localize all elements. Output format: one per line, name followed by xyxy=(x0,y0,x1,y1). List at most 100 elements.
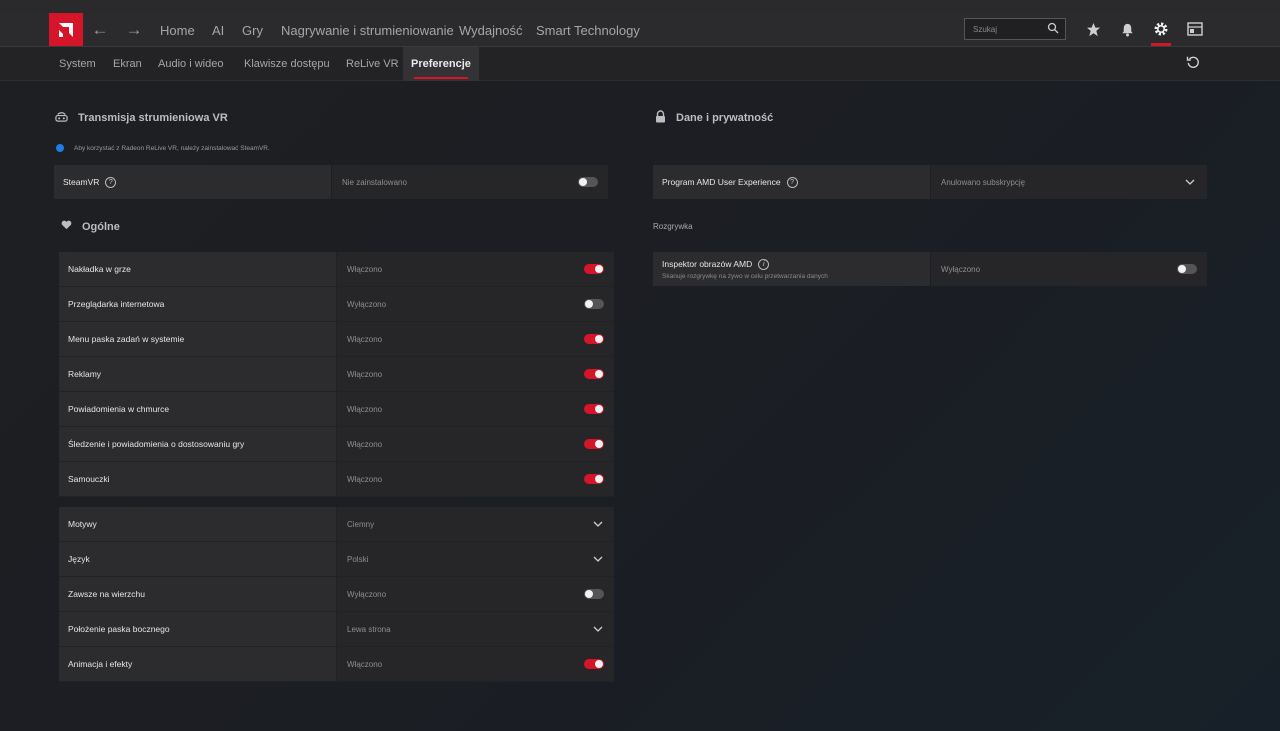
info-circle-icon[interactable]: i xyxy=(758,258,770,270)
gear-icon[interactable] xyxy=(1150,18,1172,40)
setting-row[interactable]: Język Polski xyxy=(59,542,614,576)
language-dropdown-value[interactable]: Polski xyxy=(347,555,368,564)
vr-section-title: Transmisja strumieniowa VR xyxy=(55,110,228,126)
settings-active-indicator xyxy=(1151,43,1171,46)
tab-hotkeys[interactable]: Klawisze dostępu xyxy=(244,47,330,81)
setting-value: Włączono xyxy=(347,439,383,449)
info-icon xyxy=(56,144,64,152)
bell-icon[interactable] xyxy=(1116,18,1138,40)
nav-recording-streaming[interactable]: Nagrywanie i strumieniowanie xyxy=(281,13,454,47)
setting-row[interactable]: Położenie paska bocznego Lewa strona xyxy=(59,612,614,646)
setting-value: Włączono xyxy=(347,264,383,274)
setting-row: Przeglądarka internetowa Wyłączono xyxy=(59,287,614,321)
inspector-value: Wyłączono xyxy=(941,264,981,274)
setting-value: Wyłączono xyxy=(347,589,387,599)
setting-label: Menu paska zadań w systemie xyxy=(59,322,336,356)
search-icon xyxy=(1047,22,1059,36)
setting-value: Włączono xyxy=(347,659,383,669)
in-game-overlay-toggle[interactable] xyxy=(584,264,604,274)
chevron-down-icon[interactable] xyxy=(1185,177,1195,187)
image-inspector-toggle[interactable] xyxy=(1177,264,1197,274)
setting-label: Zawsze na wierzchu xyxy=(59,577,336,611)
window-title-strip xyxy=(0,0,1280,13)
web-browser-toggle[interactable] xyxy=(584,299,604,309)
image-inspector-row: Inspektor obrazów AMD i Skanuje rozgrywk… xyxy=(653,252,1207,286)
nav-games[interactable]: Gry xyxy=(242,13,263,47)
setting-label: Animacja i efekty xyxy=(59,647,336,681)
gameplay-section-title: Rozgrywka xyxy=(653,222,693,231)
sidebar-position-dropdown-value[interactable]: Lewa strona xyxy=(347,625,391,634)
always-on-top-toggle[interactable] xyxy=(584,589,604,599)
setting-value: Włączono xyxy=(347,334,383,344)
setting-label: Przeglądarka internetowa xyxy=(59,287,336,321)
back-arrow-icon[interactable]: ← xyxy=(89,19,111,41)
ads-toggle[interactable] xyxy=(584,369,604,379)
program-dropdown-value[interactable]: Anulowano subskrypcję xyxy=(941,178,1025,187)
reset-icon[interactable] xyxy=(1186,55,1202,71)
inspector-description: Skanuje rozgrywkę na żywo w celu przetwa… xyxy=(662,272,828,280)
search-input[interactable]: Szukaj xyxy=(964,18,1066,40)
help-icon[interactable]: ? xyxy=(786,176,798,188)
game-tuning-tracking-toggle[interactable] xyxy=(584,439,604,449)
nav-ai[interactable]: AI xyxy=(212,13,224,47)
setting-row: Powiadomienia w chmurce Włączono xyxy=(59,392,614,426)
tab-preferences[interactable]: Preferencje xyxy=(403,47,479,81)
nav-home[interactable]: Home xyxy=(160,13,195,47)
chevron-down-icon[interactable] xyxy=(593,519,603,529)
help-icon[interactable]: ? xyxy=(105,176,117,188)
privacy-section-title: Dane i prywatność xyxy=(655,110,773,126)
nav-smart-technology[interactable]: Smart Technology xyxy=(536,13,640,47)
program-label: Program AMD User Experience xyxy=(662,177,781,187)
lock-icon xyxy=(655,110,666,126)
setting-label: Reklamy xyxy=(59,357,336,391)
layout-panel-icon[interactable] xyxy=(1184,18,1206,40)
setting-label: Samouczki xyxy=(59,462,336,496)
steamvr-value: Nie zainstalowano xyxy=(342,177,407,187)
general-settings-group: Nakładka w grze Włączono Przeglądarka int… xyxy=(59,252,614,497)
setting-row: Zawsze na wierzchu Wyłączono xyxy=(59,577,614,611)
animations-effects-toggle[interactable] xyxy=(584,659,604,669)
setting-row: Samouczki Włączono xyxy=(59,462,614,496)
tab-display[interactable]: Ekran xyxy=(113,47,142,81)
chevron-down-icon[interactable] xyxy=(593,624,603,634)
nav-performance[interactable]: Wydajność xyxy=(459,13,522,47)
theme-dropdown-value[interactable]: Ciemny xyxy=(347,520,374,529)
setting-label: Motywy xyxy=(59,507,336,541)
setting-row[interactable]: Motywy Ciemny xyxy=(59,507,614,541)
general-section-title: Ogólne xyxy=(61,220,120,233)
vr-info-message: Aby korzystać z Radeon ReLive VR, należy… xyxy=(56,144,270,152)
toast-notifications-toggle[interactable] xyxy=(584,404,604,414)
top-navigation-bar: ← → Home AI Gry Nagrywanie i strumieniow… xyxy=(0,13,1280,47)
inspector-label: Inspektor obrazów AMD xyxy=(662,259,753,269)
setting-row: Animacja i efekty Włączono xyxy=(59,647,614,681)
star-icon[interactable] xyxy=(1082,18,1104,40)
tutorials-toggle[interactable] xyxy=(584,474,604,484)
setting-label: Język xyxy=(59,542,336,576)
amd-logo-icon[interactable] xyxy=(49,13,83,46)
steamvr-toggle[interactable] xyxy=(578,177,598,187)
chevron-down-icon[interactable] xyxy=(593,554,603,564)
appearance-settings-group: Motywy Ciemny Język Polski Zawsze na wierz… xyxy=(59,507,614,682)
heart-icon xyxy=(61,220,72,233)
setting-label: Nakładka w grze xyxy=(59,252,336,286)
setting-value: Włączono xyxy=(347,404,383,414)
setting-label: Powiadomienia w chmurce xyxy=(59,392,336,426)
setting-label: Położenie paska bocznego xyxy=(59,612,336,646)
tab-audio-video[interactable]: Audio i wideo xyxy=(158,47,223,81)
setting-value: Wyłączono xyxy=(347,299,387,309)
setting-row: Reklamy Włączono xyxy=(59,357,614,391)
setting-row: Śledzenie i powiadomienia o dostosowaniu… xyxy=(59,427,614,461)
amd-user-experience-row[interactable]: Program AMD User Experience ? Anulowano … xyxy=(653,165,1207,199)
tab-relive-vr[interactable]: ReLive VR xyxy=(346,47,399,81)
tab-system[interactable]: System xyxy=(59,47,96,81)
steamvr-row: SteamVR ? Nie zainstalowano xyxy=(54,165,608,199)
forward-arrow-icon[interactable]: → xyxy=(123,19,145,41)
setting-row: Nakładka w grze Włączono xyxy=(59,252,614,286)
setting-value: Włączono xyxy=(347,474,383,484)
setting-value: Włączono xyxy=(347,369,383,379)
setting-row: Menu paska zadań w systemie Włączono xyxy=(59,322,614,356)
steamvr-label: SteamVR xyxy=(63,177,100,187)
setting-label: Śledzenie i powiadomienia o dostosowaniu… xyxy=(59,427,336,461)
vr-headset-icon xyxy=(55,110,68,126)
system-tray-menu-toggle[interactable] xyxy=(584,334,604,344)
